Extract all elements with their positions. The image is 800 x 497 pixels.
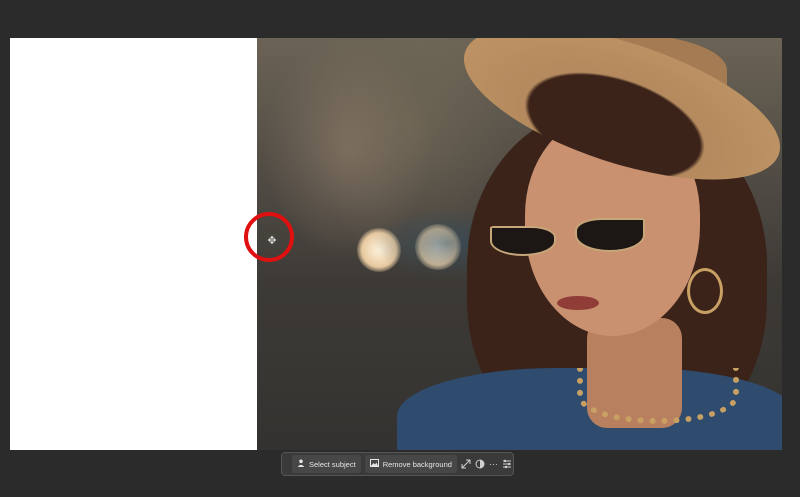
sunglass-lens-left xyxy=(490,226,556,256)
transform-icon[interactable] xyxy=(461,455,471,473)
more-icon[interactable]: ··· xyxy=(489,455,498,473)
image-icon xyxy=(369,459,379,469)
remove-background-button[interactable]: Remove background xyxy=(364,455,457,473)
lips xyxy=(557,296,599,310)
workspace-right-frame xyxy=(782,38,800,450)
sunglass-lens-right xyxy=(575,218,645,252)
person-icon xyxy=(297,459,305,469)
workspace-top-frame xyxy=(0,0,800,38)
remove-background-label: Remove background xyxy=(382,459,452,469)
earring xyxy=(687,268,723,314)
select-subject-button[interactable]: Select subject xyxy=(292,455,361,473)
sliders-icon[interactable] xyxy=(502,455,512,473)
contextual-task-bar[interactable]: Select subject Remove background ··· xyxy=(281,452,514,476)
photo-layer[interactable] xyxy=(257,38,782,450)
empty-canvas-area xyxy=(10,38,257,450)
necklace xyxy=(577,368,739,424)
select-subject-label: Select subject xyxy=(309,459,356,469)
circle-half-icon[interactable] xyxy=(475,455,485,473)
move-cursor-icon: ✥ xyxy=(267,235,277,247)
document-canvas[interactable] xyxy=(10,38,782,450)
